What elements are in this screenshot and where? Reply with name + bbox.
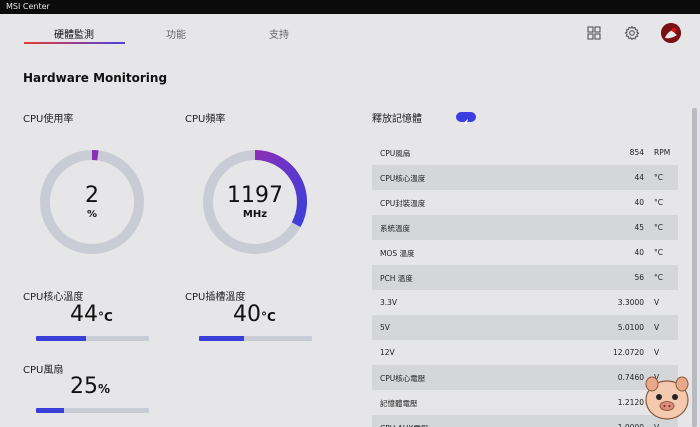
sensor-name: PCH 溫度 xyxy=(380,274,413,283)
sensor-table: CPU風扇 854 RPM CPU核心溫度 44 °C CPU封裝溫度 40 °C 系統溫度 45 °… xyxy=(372,140,678,427)
table-row: 系統溫度 45 °C xyxy=(372,215,678,240)
sensor-value: 854 xyxy=(629,148,644,157)
page-title: Hardware Monitoring xyxy=(23,71,168,85)
window-titlebar: MSI Center xyxy=(0,0,700,14)
progress-fill xyxy=(199,336,245,341)
cpu-core-temp-readout: 44°C xyxy=(70,302,113,327)
rocket-icon xyxy=(464,119,468,125)
sensor-name: CPU核心溫度 xyxy=(380,174,426,183)
cpu-core-temp-bar xyxy=(36,336,149,341)
cpu-frequency-unit: MHz xyxy=(242,209,268,220)
cpu-socket-temp-unit: °C xyxy=(261,310,276,324)
cpu-usage-unit: % xyxy=(86,209,98,220)
sensor-value: 56 xyxy=(634,273,644,282)
sensor-value: 5.0100 xyxy=(617,323,644,332)
sensor-name: CPU風扇 xyxy=(380,149,411,158)
cpu-usage-label: CPU使用率 xyxy=(23,114,74,125)
progress-fill xyxy=(36,408,65,413)
sensor-unit: V xyxy=(654,348,660,357)
table-row: 12V 12.0720 V xyxy=(372,340,678,365)
sensor-name: 3.3V xyxy=(380,298,398,307)
table-row: CPU風扇 854 RPM xyxy=(372,140,678,165)
cpu-frequency-label: CPU頻率 xyxy=(185,114,226,125)
sensor-name: CPU AUX電壓 xyxy=(380,423,428,427)
table-row: 記憶體電壓1.2120V xyxy=(372,390,678,415)
sensor-value: 45 xyxy=(634,223,644,232)
table-row: MOS 溫度 40 °C xyxy=(372,240,678,265)
active-tab-indicator xyxy=(24,42,125,44)
sensor-value: 3.3000 xyxy=(617,298,644,307)
release-memory-label: 釋放記憶體 xyxy=(372,114,422,125)
table-row: 3.3V 3.3000 V xyxy=(372,290,678,315)
sensor-name: CPU封裝溫度 xyxy=(380,199,426,208)
sensor-unit: °C xyxy=(654,198,663,207)
tab-hardware-monitoring[interactable]: 硬體監測 xyxy=(24,26,124,41)
sensor-name: 系統溫度 xyxy=(380,224,410,233)
sensor-unit: V xyxy=(654,298,660,307)
cpu-fan-label: CPU風扇 xyxy=(23,365,64,376)
sensor-name: 5V xyxy=(380,323,390,332)
table-row: CPU AUX電壓1.0000V xyxy=(372,415,678,427)
table-row: CPU核心電壓 0.7460 V xyxy=(372,365,678,390)
sensor-value: 40 xyxy=(634,198,644,207)
sensor-name: 記憶體電壓 xyxy=(380,399,418,408)
cpu-usage-gauge: 2 % xyxy=(37,147,147,257)
cpu-frequency-gauge: 1197 MHz xyxy=(200,147,310,257)
table-row: 5V 5.0100 V xyxy=(372,315,678,340)
cpu-core-temp-label: CPU核心溫度 xyxy=(23,292,84,303)
cpu-core-temp-value: 44 xyxy=(70,302,98,327)
sensor-unit: °C xyxy=(654,173,663,182)
sensor-value: 40 xyxy=(634,248,644,257)
tab-support[interactable]: 支持 xyxy=(229,26,329,41)
sensor-value: 44 xyxy=(634,173,644,182)
cpu-usage-value: 2 xyxy=(85,183,99,208)
tab-features[interactable]: 功能 xyxy=(126,26,226,41)
cpu-core-temp-unit: °C xyxy=(98,310,113,324)
cpu-socket-temp-value: 40 xyxy=(233,302,261,327)
cpu-fan-bar xyxy=(36,408,149,413)
progress-fill xyxy=(36,336,86,341)
gear-icon[interactable] xyxy=(624,25,640,41)
table-row: CPU封裝溫度 40 °C xyxy=(372,190,678,215)
watermark-logo xyxy=(640,372,695,424)
sensor-unit: °C xyxy=(654,248,663,257)
sensor-name: MOS 溫度 xyxy=(380,249,415,258)
avatar[interactable] xyxy=(661,23,681,43)
cpu-socket-temp-label: CPU插槽溫度 xyxy=(185,292,246,303)
sensor-name: CPU核心電壓 xyxy=(380,374,426,383)
window-title: MSI Center xyxy=(6,2,50,11)
table-row: CPU核心溫度 44 °C xyxy=(372,165,678,190)
release-memory-button[interactable] xyxy=(456,112,476,125)
cpu-socket-temp-readout: 40°C xyxy=(233,302,276,327)
sensor-unit: °C xyxy=(654,273,663,282)
cpu-fan-readout: 25% xyxy=(70,374,110,399)
sensor-value: 12.0720 xyxy=(612,348,644,357)
sensor-unit: RPM xyxy=(654,148,671,157)
cpu-fan-unit: % xyxy=(98,382,111,396)
cpu-socket-temp-bar xyxy=(199,336,312,341)
cpu-frequency-value: 1197 xyxy=(227,183,283,208)
cpu-fan-value: 25 xyxy=(70,374,98,399)
table-row: PCH 溫度 56 °C xyxy=(372,265,678,290)
sensor-unit: °C xyxy=(654,223,663,232)
sensor-name: 12V xyxy=(380,348,395,357)
grid-icon[interactable] xyxy=(586,25,602,41)
sensor-unit: V xyxy=(654,323,660,332)
